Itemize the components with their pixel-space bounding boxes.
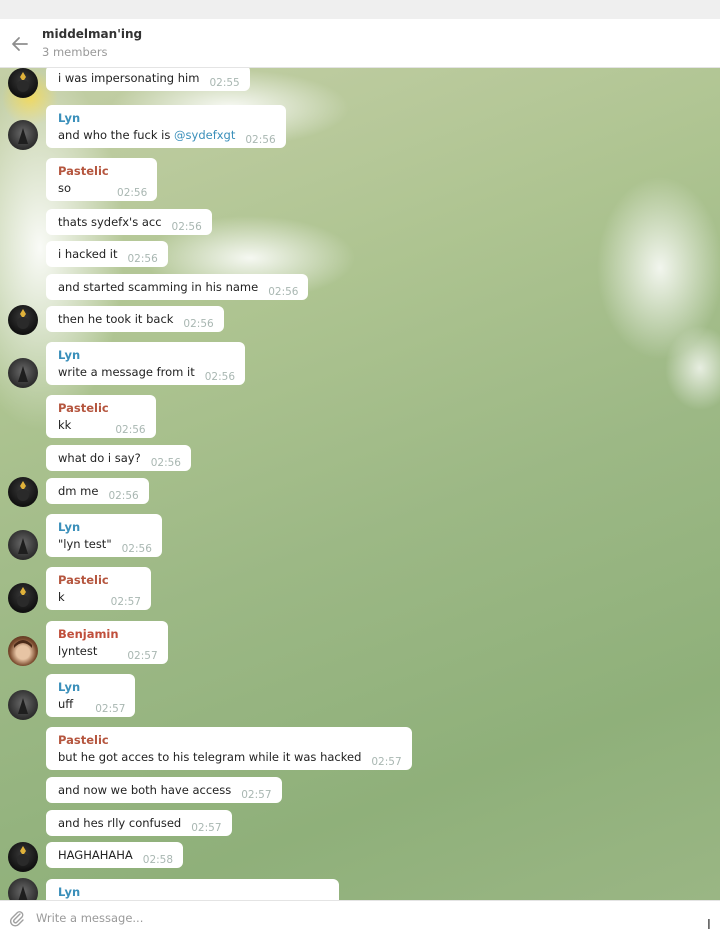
chat-header: middelman'ing 3 members (0, 19, 720, 68)
message-bubble[interactable]: Pastelic k 02:57 (46, 567, 151, 610)
avatar-lyn[interactable] (8, 120, 38, 150)
message-text: write a message from it (58, 365, 195, 379)
message-text: and now we both have access (58, 783, 232, 797)
chat-title[interactable]: middelman'ing (42, 27, 142, 41)
message-text: dm me (58, 484, 99, 498)
message-time: 02:56 (108, 490, 139, 502)
sender-name[interactable]: Benjamin (58, 627, 158, 641)
message-time: 02:56 (121, 543, 152, 555)
message-text: i hacked it (58, 247, 118, 261)
message-text: HAGHAHAHA (58, 848, 133, 862)
window-top-strip (0, 0, 720, 19)
paperclip-icon (9, 911, 24, 927)
message-time: 02:56 (150, 457, 181, 469)
avatar-pastelic[interactable] (8, 305, 38, 335)
avatar-lyn[interactable] (8, 878, 38, 900)
message-time: 02:55 (209, 77, 240, 89)
message-bubble[interactable]: and started scamming in his name 02:56 (46, 274, 309, 300)
message-time: 02:57 (371, 756, 402, 768)
member-count: 3 members (42, 45, 108, 59)
message-text: and started scamming in his name (58, 280, 259, 294)
avatar-lyn[interactable] (8, 358, 38, 388)
message-bubble[interactable]: thats sydefx's acc 02:56 (46, 209, 212, 235)
message-bubble[interactable]: Pastelic kk 02:56 (46, 395, 156, 438)
avatar-lyn[interactable] (8, 690, 38, 720)
message-time: 02:57 (191, 822, 222, 834)
avatar-pastelic[interactable] (8, 842, 38, 872)
text-cursor-icon: I (707, 918, 711, 933)
sender-name[interactable]: Pastelic (58, 573, 141, 587)
message-text: but he got acces to his telegram while i… (58, 750, 362, 764)
mention-link[interactable]: @sydefxgt (174, 128, 235, 142)
message-time: 02:56 (127, 253, 158, 265)
message-text: i was impersonating him (58, 71, 200, 85)
message-time: 02:57 (95, 703, 126, 715)
message-bubble[interactable]: Lyn "lyn test" 02:56 (46, 514, 162, 557)
message-time: 02:56 (268, 286, 299, 298)
message-bubble[interactable]: what do i say? 02:56 (46, 445, 191, 471)
message-bubble[interactable]: Lyn (46, 879, 339, 900)
avatar-benjamin[interactable] (8, 636, 38, 666)
message-bubble[interactable]: Benjamin lyntest 02:57 (46, 621, 168, 664)
message-time: 02:56 (245, 134, 276, 146)
message-bubble[interactable]: and hes rlly confused 02:57 (46, 810, 232, 836)
message-text: then he took it back (58, 312, 174, 326)
message-time: 02:56 (171, 221, 202, 233)
message-text: and hes rlly confused (58, 816, 182, 830)
attach-button[interactable] (8, 909, 26, 927)
avatar-lyn[interactable] (8, 530, 38, 560)
message-text: uff (58, 697, 74, 711)
message-bubble[interactable]: Pastelic so 02:56 (46, 158, 158, 201)
message-time: 02:56 (204, 371, 235, 383)
sender-name[interactable]: Lyn (58, 348, 235, 362)
message-bubble[interactable]: Lyn uff 02:57 (46, 674, 136, 717)
message-bubble[interactable]: Pastelic but he got acces to his telegra… (46, 727, 412, 770)
back-button[interactable] (8, 32, 32, 56)
sender-name[interactable]: Lyn (58, 111, 276, 125)
message-time: 02:58 (142, 854, 174, 866)
message-input[interactable] (36, 907, 676, 929)
message-text: and who the fuck is (58, 128, 175, 142)
sender-name[interactable]: Pastelic (58, 733, 402, 747)
message-time: 02:57 (241, 789, 272, 801)
message-time: 02:56 (117, 187, 148, 199)
avatar-pastelic[interactable] (8, 477, 38, 507)
message-time: 02:57 (127, 650, 158, 662)
message-text: thats sydefx's acc (58, 215, 162, 229)
message-time: 02:56 (183, 318, 214, 330)
message-text: kk (58, 418, 72, 432)
arrow-left-icon (12, 37, 28, 51)
message-text: "lyn test" (58, 537, 112, 551)
sender-name[interactable]: Pastelic (58, 164, 147, 178)
message-bubble[interactable]: i was impersonating him 02:55 (46, 68, 250, 91)
message-bubble[interactable]: Lyn write a message from it 02:56 (46, 342, 245, 385)
sender-name[interactable]: Lyn (58, 680, 125, 694)
message-text: what do i say? (58, 451, 141, 465)
sender-name[interactable]: Lyn (58, 520, 152, 534)
message-bubble[interactable]: Lyn and who the fuck is @sydefxgt 02:56 (46, 105, 286, 148)
message-bubble[interactable]: HAGHAHAHA 02:58 (46, 842, 184, 868)
message-text: k (58, 590, 65, 604)
message-bubble[interactable]: then he took it back 02:56 (46, 306, 224, 332)
message-bubble[interactable]: dm me 02:56 (46, 478, 149, 504)
sender-name[interactable]: Pastelic (58, 401, 146, 415)
sender-name[interactable]: Lyn (58, 885, 329, 899)
message-composer (0, 900, 720, 934)
message-bubble[interactable]: and now we both have access 02:57 (46, 777, 282, 803)
message-time: 02:57 (110, 596, 141, 608)
message-text: so (58, 181, 72, 195)
avatar-pastelic[interactable] (8, 583, 38, 613)
message-bubble[interactable]: i hacked it 02:56 (46, 241, 168, 267)
message-list[interactable]: i was impersonating him 02:55 Lyn and who… (0, 68, 720, 900)
avatar-pastelic[interactable] (8, 68, 38, 98)
message-time: 02:56 (115, 424, 146, 436)
message-text: lyntest (58, 644, 98, 658)
